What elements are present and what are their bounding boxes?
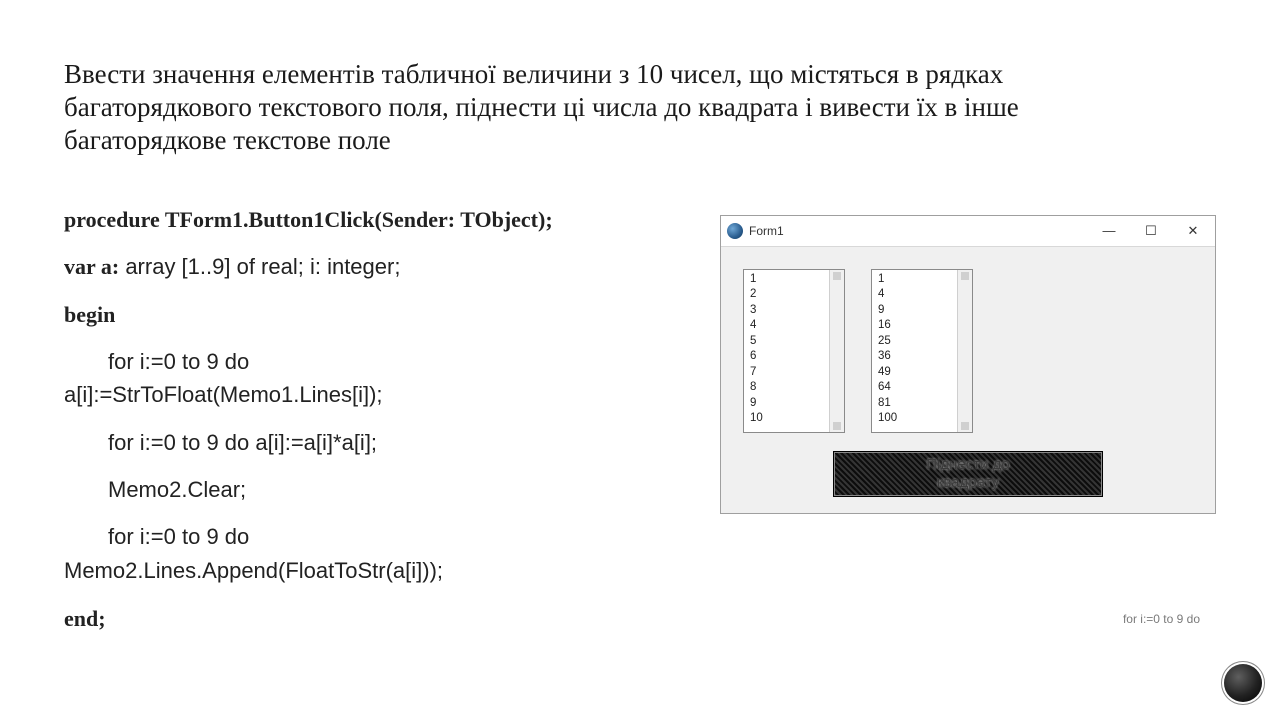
memo2-scrollbar[interactable]: [957, 270, 972, 432]
code-line-2: for i:=0 to 9 do a[i]:=a[i]*a[i];: [64, 426, 696, 459]
code-line-4b: Memo2.Lines.Append(FloatToStr(a[i]));: [64, 558, 443, 583]
memo1-input[interactable]: 1 2 3 4 5 6 7 8 9 10: [743, 269, 845, 433]
code-line-4a: for i:=0 to 9 do: [64, 524, 249, 549]
memo2-line: 16: [878, 318, 966, 334]
memo2-line: 4: [878, 287, 966, 303]
memo1-line: 7: [750, 365, 838, 381]
code-line-3: Memo2.Clear;: [64, 473, 696, 506]
memo1-scrollbar[interactable]: [829, 270, 844, 432]
corner-badge-icon: [1224, 664, 1262, 702]
memo1-line: 6: [750, 349, 838, 365]
maximize-button[interactable]: ☐: [1139, 223, 1163, 239]
slide-title: Ввести значення елементів табличної вели…: [64, 58, 1184, 157]
square-button[interactable]: Піднести до квадрату: [833, 451, 1103, 497]
code-keyword-end: end;: [64, 602, 696, 635]
memo1-line: 8: [750, 380, 838, 396]
memo1-line: 5: [750, 334, 838, 350]
minimize-button[interactable]: —: [1097, 223, 1121, 239]
window-titlebar[interactable]: Form1 — ☐ ✕: [721, 216, 1215, 247]
app-icon: [727, 223, 743, 239]
window-title: Form1: [749, 224, 1097, 238]
memo2-line: 25: [878, 334, 966, 350]
memo2-line: 49: [878, 365, 966, 381]
code-line-1: for i:=0 to 9 do a[i]:=StrToFloat(Memo1.…: [64, 345, 696, 413]
memo2-line: 9: [878, 303, 966, 319]
memo2-line: 1: [878, 272, 966, 288]
code-line-procedure: procedure TForm1.Button1Click(Sender: TO…: [64, 203, 696, 236]
memo2-line: 64: [878, 380, 966, 396]
code-keyword-begin: begin: [64, 298, 696, 331]
close-button[interactable]: ✕: [1181, 223, 1205, 239]
memo1-line: 2: [750, 287, 838, 303]
memo2-output[interactable]: 1 4 9 16 25 36 49 64 81 100: [871, 269, 973, 433]
memo1-line: 3: [750, 303, 838, 319]
code-line-4: for i:=0 to 9 do Memo2.Lines.Append(Floa…: [64, 520, 696, 588]
memo1-line: 1: [750, 272, 838, 288]
app-window: Form1 — ☐ ✕ 1 2 3 4 5: [720, 215, 1216, 514]
code-keyword-var: var a:: [64, 254, 119, 279]
memo2-line: 100: [878, 411, 966, 427]
memo1-line: 10: [750, 411, 838, 427]
memo2-line: 36: [878, 349, 966, 365]
window-client-area: 1 2 3 4 5 6 7 8 9 10: [721, 247, 1215, 513]
code-listing: procedure TForm1.Button1Click(Sender: TO…: [64, 203, 696, 649]
footnote-text: for i:=0 to 9 do: [1123, 612, 1200, 626]
memo2-line: 81: [878, 396, 966, 412]
code-var-rest: array [1..9] of real; i: integer;: [119, 254, 400, 279]
memo1-line: 9: [750, 396, 838, 412]
code-line-1a: for i:=0 to 9 do: [64, 349, 249, 374]
memo1-line: 4: [750, 318, 838, 334]
code-line-1b: a[i]:=StrToFloat(Memo1.Lines[i]);: [64, 382, 383, 407]
code-line-var: var a: array [1..9] of real; i: integer;: [64, 250, 696, 284]
